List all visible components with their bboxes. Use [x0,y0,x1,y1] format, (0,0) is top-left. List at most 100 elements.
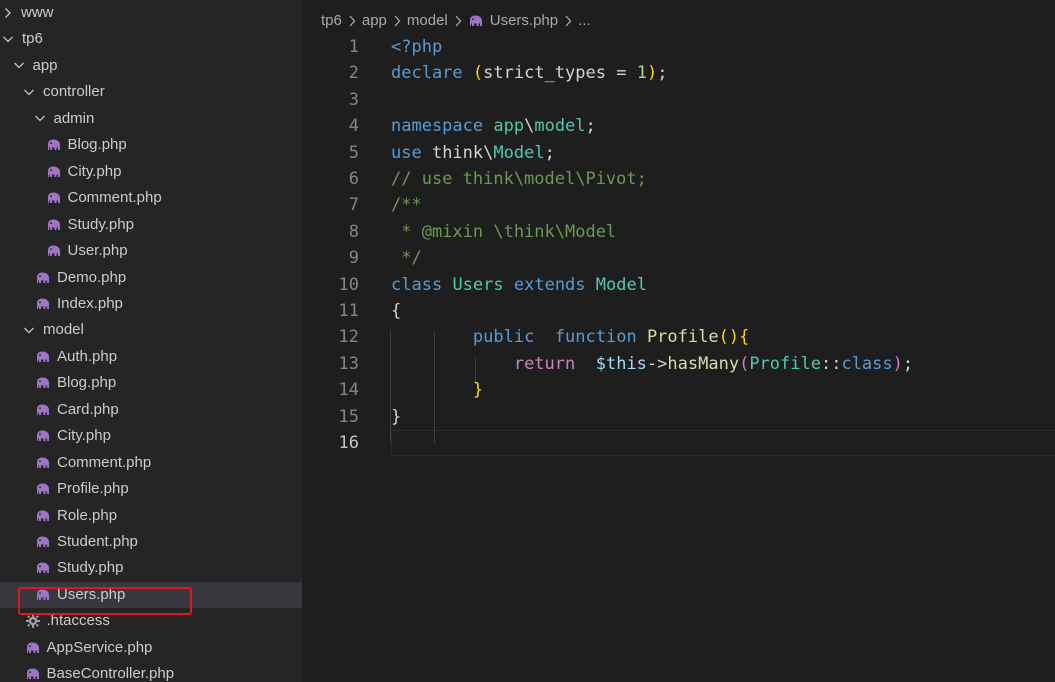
gear-icon [25,613,41,629]
tree-item-label: Role.php [57,506,118,524]
tree-file-users-php[interactable]: Users.php [0,581,302,608]
tree-file-basecontroller-php[interactable]: BaseController.php [0,661,302,682]
chevron-right-icon [348,10,356,32]
chevron-down-icon [34,112,46,126]
code-token: 1 [636,63,647,84]
code-line: 8 * @mixin \think\Model [302,219,1055,245]
tree-folder-model[interactable]: model [0,317,302,343]
tree-file-student-php[interactable]: Student.php [0,529,302,555]
code-text: return $this->hasMany(Profile::class); [391,351,913,377]
code-token: () [718,327,740,348]
tree-file--htaccess[interactable]: .htaccess [0,608,302,634]
breadcrumb-item-app[interactable]: app [362,10,387,32]
breadcrumb-item-symbols[interactable]: ... [578,10,591,32]
code-token: class [841,353,893,374]
code-token: ( [739,353,750,374]
code-token: // use think\model\Pivot; [391,169,647,189]
explorer-sidebar: www tp6 app controller admin Blog.php City.php… [0,0,302,682]
line-number: 1 [348,37,359,57]
code-line: 14 } [302,377,1055,403]
php-elephant-icon [35,349,51,365]
code-token: declare [391,63,463,84]
line-number: 9 [348,248,359,269]
code-token: return [513,353,576,374]
breadcrumb-label: model [406,12,448,29]
tree-file-comment-php[interactable]: Comment.php [0,185,302,211]
tree-file-card-php[interactable]: Card.php [0,397,302,423]
tree-file-city-php[interactable]: City.php [0,159,302,185]
php-elephant-icon [35,534,51,550]
code-token: } [391,406,402,427]
code-token: function [554,327,637,348]
php-elephant-icon [25,640,41,656]
code-line: 4 namespace app\model; [302,113,1055,139]
code-editor[interactable]: 1 <?php 2 declare (strict_types = 1); 3 4 name… [302,34,1055,682]
code-token: :: [820,353,842,374]
code-text: namespace app\model; [391,113,596,139]
line-number: 11 [338,301,359,321]
code-token: hasMany [667,353,740,374]
php-elephant-icon [46,190,62,206]
php-elephant-icon [35,375,51,391]
php-elephant-icon [35,560,51,576]
code-token: Profile [646,327,719,348]
tree-folder-admin[interactable]: admin [0,106,302,132]
code-text: declare (strict_types = 1); [391,60,667,86]
tree-item-label: app [32,56,58,74]
tree-file-index-php[interactable]: Index.php [0,291,302,317]
code-token: Users [452,274,504,295]
code-line: 6 // use think\model\Pivot; [302,166,1055,192]
code-line: 11 { [302,298,1055,324]
code-token: { [391,301,402,321]
breadcrumb-item-model[interactable]: model [407,10,448,32]
tree-folder-app[interactable]: app [0,53,302,79]
chevron-right-icon [2,6,13,20]
tree-item-label: Profile.php [57,480,129,498]
tree-file-profile-php[interactable]: Profile.php [0,476,302,502]
code-token: strict_types = [483,63,637,84]
tree-folder-tp6[interactable]: tp6 [0,26,302,52]
code-line: 15} [302,404,1055,430]
tree-file-role-php[interactable]: Role.php [0,503,302,529]
tree-file-comment-php[interactable]: Comment.php [0,450,302,476]
code-token: Model [595,274,647,295]
tree-file-study-php[interactable]: Study.php [0,212,302,238]
tree-item-label: User.php [67,242,128,260]
tree-file-blog-php[interactable]: Blog.php [0,132,302,158]
tree-file-demo-php[interactable]: Demo.php [0,265,302,291]
code-line: 16 [302,430,1055,456]
php-elephant-icon [35,508,51,524]
code-text: <?php [391,34,442,60]
tree-item-label: AppService.php [46,638,153,656]
code-token: */ [391,248,422,269]
code-line: 2 declare (strict_types = 1); [302,60,1055,86]
code-token: Profile [749,353,821,374]
tree-file-study-php[interactable]: Study.php [0,555,302,581]
tree-item-label: Demo.php [57,268,127,286]
code-token: ; [902,353,914,374]
tree-file-appservice-php[interactable]: AppService.php [0,635,302,661]
tree-folder-controller[interactable]: controller [0,79,302,105]
line-number: 2 [348,63,359,84]
code-token: Model [493,142,545,163]
tree-file-user-php[interactable]: User.php [0,238,302,264]
tree-folder-www[interactable]: www [0,0,302,26]
tree-item-label: Card.php [57,400,119,418]
tree-file-city-php[interactable]: City.php [0,423,302,449]
breadcrumb-item-tp6[interactable]: tp6 [321,10,342,32]
tree-item-label: Blog.php [67,136,127,154]
tree-file-auth-php[interactable]: Auth.php [0,344,302,370]
php-elephant-icon [35,296,51,312]
code-token: -> [646,353,668,374]
breadcrumb-item-file[interactable]: Users.php [468,10,558,32]
code-token: ) [646,63,658,84]
code-token: { [739,327,750,348]
line-number: 14 [338,380,359,401]
tree-file-blog-php[interactable]: Blog.php [0,370,302,396]
code-token: /** [391,195,422,216]
